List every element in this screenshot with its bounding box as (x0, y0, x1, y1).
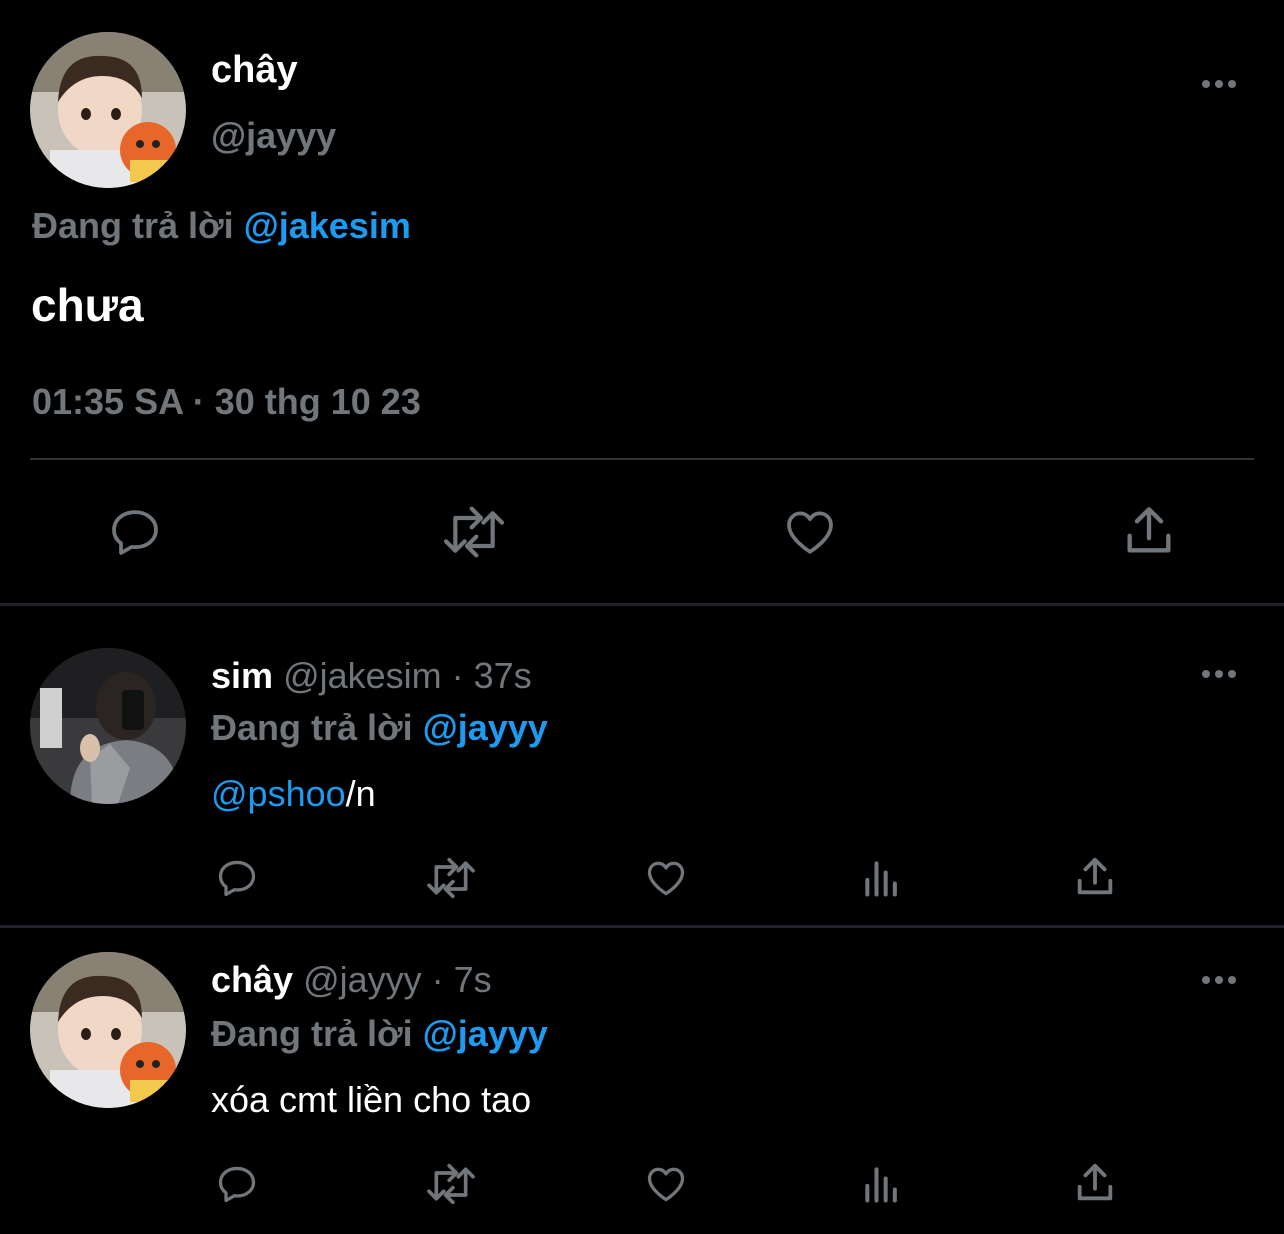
more-icon[interactable] (1202, 670, 1236, 678)
tweet-text: xóa cmt liền cho tao (211, 1079, 532, 1120)
replying-to-line: Đang trả lời @jakesim (32, 204, 411, 248)
replying-prefix: Đang trả lời (32, 205, 234, 246)
author-name[interactable]: chây (211, 959, 293, 1000)
author-name[interactable]: sim (211, 655, 273, 696)
author-name[interactable]: chây (211, 48, 298, 92)
retweet-icon[interactable] (424, 856, 478, 900)
replying-to-line: Đang trả lời @jayyy (211, 1012, 548, 1056)
reply-icon[interactable] (214, 856, 260, 900)
reply-icon[interactable] (106, 504, 164, 560)
share-icon[interactable] (1072, 854, 1118, 900)
views-icon[interactable] (860, 856, 904, 900)
reply-header: sim @jakesim · 37s (211, 654, 532, 698)
like-icon[interactable] (642, 1162, 690, 1206)
avatar[interactable] (30, 952, 186, 1108)
tweet-text: chưa (31, 279, 144, 331)
views-icon[interactable] (860, 1162, 904, 1206)
tweet-text: @pshoo/n (211, 772, 376, 816)
author-handle[interactable]: @jayyy (211, 114, 336, 158)
reply-icon[interactable] (214, 1162, 260, 1206)
replying-to-link[interactable]: @jakesim (244, 205, 411, 246)
avatar[interactable] (30, 648, 186, 804)
replying-prefix: Đang trả lời (211, 1013, 413, 1054)
mention-link[interactable]: @pshoo (211, 773, 346, 814)
author-handle[interactable]: @jakesim (283, 655, 442, 696)
replying-to-line: Đang trả lời @jayyy (211, 706, 548, 750)
divider (30, 458, 1254, 460)
retweet-icon[interactable] (424, 1162, 478, 1206)
section-divider (0, 925, 1284, 928)
replying-prefix: Đang trả lời (211, 707, 413, 748)
author-handle[interactable]: @jayyy (303, 959, 422, 1000)
like-icon[interactable] (642, 856, 690, 900)
retweet-icon[interactable] (440, 504, 508, 560)
more-icon[interactable] (1202, 80, 1236, 88)
avatar[interactable] (30, 32, 186, 188)
tweet-timestamp[interactable]: 01:35 SA · 30 thg 10 23 (32, 380, 421, 424)
tweet-time[interactable]: · 37s (452, 655, 532, 696)
tweet-text-rest: /n (345, 773, 376, 814)
section-divider (0, 603, 1284, 606)
more-icon[interactable] (1202, 976, 1236, 984)
replying-to-link[interactable]: @jayyy (423, 707, 548, 748)
share-icon[interactable] (1120, 502, 1178, 560)
tweet-time[interactable]: · 7s (432, 959, 492, 1000)
reply-header: chây @jayyy · 7s (211, 958, 492, 1002)
share-icon[interactable] (1072, 1160, 1118, 1206)
like-icon[interactable] (780, 504, 840, 560)
replying-to-link[interactable]: @jayyy (423, 1013, 548, 1054)
